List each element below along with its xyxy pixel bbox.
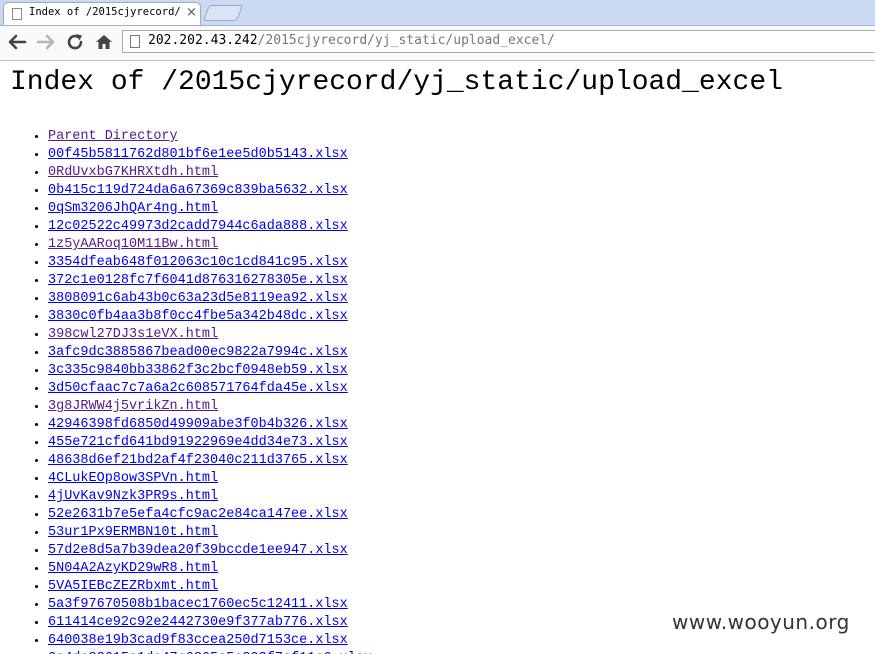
list-item: 57d2e8d5a7b39dea20f39bccde1ee947.xlsx: [48, 542, 372, 560]
file-link[interactable]: 0qSm3206JhQAr4ng.html: [48, 201, 218, 216]
list-item: 5a3f97670508b1bacec1760ec5c12411.xlsx: [48, 596, 372, 614]
close-icon[interactable]: ×: [186, 5, 197, 20]
list-item: 0b415c119d724da6a67369c839ba5632.xlsx: [48, 182, 372, 200]
file-link[interactable]: 398cwl27DJ3s1eVX.html: [48, 327, 218, 342]
file-link[interactable]: 1z5yAARoq10M11Bw.html: [48, 237, 218, 252]
file-list: Parent Directory 00f45b5811762d801bf6e1ee…: [8, 128, 372, 654]
file-link[interactable]: 611414ce92c92e2442730e9f377ab776.xlsx: [48, 615, 348, 630]
list-item: 1z5yAARoq10M11Bw.html: [48, 236, 372, 254]
file-link[interactable]: 42946398fd6850d49909abe3f0b4b326.xlsx: [48, 417, 348, 432]
file-link[interactable]: 0b415c119d724da6a67369c839ba5632.xlsx: [48, 183, 348, 198]
file-link[interactable]: 3afc9dc3885867bead00ec9822a7994c.xlsx: [48, 345, 348, 360]
list-item: 3808091c6ab43b0c63a23d5e8119ea92.xlsx: [48, 290, 372, 308]
tab-title: Index of /2015cjyrecord/yj_static/upload…: [29, 6, 181, 18]
back-button[interactable]: [5, 31, 29, 53]
parent-directory-item: Parent Directory: [48, 128, 372, 146]
list-item: 3354dfeab648f012063c10c1cd841c95.xlsx: [48, 254, 372, 272]
browser-tab[interactable]: Index of /2015cjyrecord/yj_static/upload…: [3, 2, 201, 25]
file-link[interactable]: 3354dfeab648f012063c10c1cd841c95.xlsx: [48, 255, 348, 270]
list-item: 5VA5IEBcZEZRbxmt.html: [48, 578, 372, 596]
list-item: 455e721cfd641bd91922969e4dd34e73.xlsx: [48, 434, 372, 452]
back-arrow-icon: [8, 34, 27, 50]
address-bar[interactable]: 202.202.43.242/2015cjyrecord/yj_static/u…: [122, 30, 875, 53]
file-link[interactable]: 5a3f97670508b1bacec1760ec5c12411.xlsx: [48, 597, 348, 612]
file-link[interactable]: 3d50cfaac7c7a6a2c608571764fda45e.xlsx: [48, 381, 348, 396]
url-text[interactable]: 202.202.43.242/2015cjyrecord/yj_static/u…: [148, 33, 555, 48]
file-link[interactable]: 52e2631b7e5efa4cfc9ac2e84ca147ee.xlsx: [48, 507, 348, 522]
list-item: 398cwl27DJ3s1eVX.html: [48, 326, 372, 344]
list-item: 3d50cfaac7c7a6a2c608571764fda45e.xlsx: [48, 380, 372, 398]
url-host: 202.202.43.242: [148, 33, 258, 48]
list-item: 3c335c9840bb33862f3c2bcf0948eb59.xlsx: [48, 362, 372, 380]
file-link[interactable]: 57d2e8d5a7b39dea20f39bccde1ee947.xlsx: [48, 543, 348, 558]
file-link[interactable]: 48638d6ef21bd2af4f23040c211d3765.xlsx: [48, 453, 348, 468]
list-item: 53ur1Px9ERMBN10t.html: [48, 524, 372, 542]
list-item: 52e2631b7e5efa4cfc9ac2e84ca147ee.xlsx: [48, 506, 372, 524]
list-item: 3g8JRWW4j5vrikZn.html: [48, 398, 372, 416]
list-item: 3830c0fb4aa3b8f0cc4fbe5a342b48dc.xlsx: [48, 308, 372, 326]
list-item: 6a4dc82615a1dc47c6865a5e203f7ef11e6.xlsx: [48, 650, 372, 654]
file-link[interactable]: 0RdUvxbG7KHRXtdh.html: [48, 165, 218, 180]
file-link[interactable]: 640038e19b3cad9f83ccea250d7153ce.xlsx: [48, 633, 348, 648]
page-content: Index of /2015cjyrecord/yj_static/upload…: [0, 61, 875, 654]
list-item: 42946398fd6850d49909abe3f0b4b326.xlsx: [48, 416, 372, 434]
page-title: Index of /2015cjyrecord/yj_static/upload…: [10, 67, 783, 98]
file-link[interactable]: 5N04A2AzyKD29wR8.html: [48, 561, 218, 576]
file-link[interactable]: 3c335c9840bb33862f3c2bcf0948eb59.xlsx: [48, 363, 348, 378]
list-item: 611414ce92c92e2442730e9f377ab776.xlsx: [48, 614, 372, 632]
page-icon: [130, 35, 140, 48]
page-icon: [12, 8, 22, 20]
list-item: 00f45b5811762d801bf6e1ee5d0b5143.xlsx: [48, 146, 372, 164]
browser-toolbar: 202.202.43.242/2015cjyrecord/yj_static/u…: [0, 26, 875, 61]
forward-arrow-icon: [36, 34, 55, 50]
file-link[interactable]: 3g8JRWW4j5vrikZn.html: [48, 399, 218, 414]
file-link[interactable]: 3808091c6ab43b0c63a23d5e8119ea92.xlsx: [48, 291, 348, 306]
file-link[interactable]: 5VA5IEBcZEZRbxmt.html: [48, 579, 218, 594]
reload-icon: [67, 34, 83, 50]
file-link[interactable]: 455e721cfd641bd91922969e4dd34e73.xlsx: [48, 435, 348, 450]
file-link[interactable]: 3830c0fb4aa3b8f0cc4fbe5a342b48dc.xlsx: [48, 309, 348, 324]
file-link[interactable]: 12c02522c49973d2cadd7944c6ada888.xlsx: [48, 219, 348, 234]
list-item: 4CLukEOp8ow3SPVn.html: [48, 470, 372, 488]
forward-button[interactable]: [34, 31, 58, 53]
tab-strip: Index of /2015cjyrecord/yj_static/upload…: [0, 0, 875, 26]
new-tab-button[interactable]: [202, 5, 244, 21]
home-button[interactable]: [92, 31, 116, 53]
file-link[interactable]: 53ur1Px9ERMBN10t.html: [48, 525, 218, 540]
list-item: 4jUvKav9Nzk3PR9s.html: [48, 488, 372, 506]
list-item: 48638d6ef21bd2af4f23040c211d3765.xlsx: [48, 452, 372, 470]
list-item: 0RdUvxbG7KHRXtdh.html: [48, 164, 372, 182]
list-item: 12c02522c49973d2cadd7944c6ada888.xlsx: [48, 218, 372, 236]
list-item: 0qSm3206JhQAr4ng.html: [48, 200, 372, 218]
list-item: 640038e19b3cad9f83ccea250d7153ce.xlsx: [48, 632, 372, 650]
file-link[interactable]: 4jUvKav9Nzk3PR9s.html: [48, 489, 218, 504]
file-link[interactable]: 372c1e0128fc7f6041d876316278305e.xlsx: [48, 273, 348, 288]
reload-button[interactable]: [63, 31, 87, 53]
file-link[interactable]: 00f45b5811762d801bf6e1ee5d0b5143.xlsx: [48, 147, 348, 162]
home-icon: [96, 35, 112, 49]
parent-directory-link[interactable]: Parent Directory: [48, 129, 178, 144]
list-item: 3afc9dc3885867bead00ec9822a7994c.xlsx: [48, 344, 372, 362]
file-link[interactable]: 4CLukEOp8ow3SPVn.html: [48, 471, 218, 486]
watermark: www.wooyun.org: [668, 610, 854, 634]
list-item: 372c1e0128fc7f6041d876316278305e.xlsx: [48, 272, 372, 290]
list-item: 5N04A2AzyKD29wR8.html: [48, 560, 372, 578]
url-path: /2015cjyrecord/yj_static/upload_excel/: [257, 33, 555, 48]
